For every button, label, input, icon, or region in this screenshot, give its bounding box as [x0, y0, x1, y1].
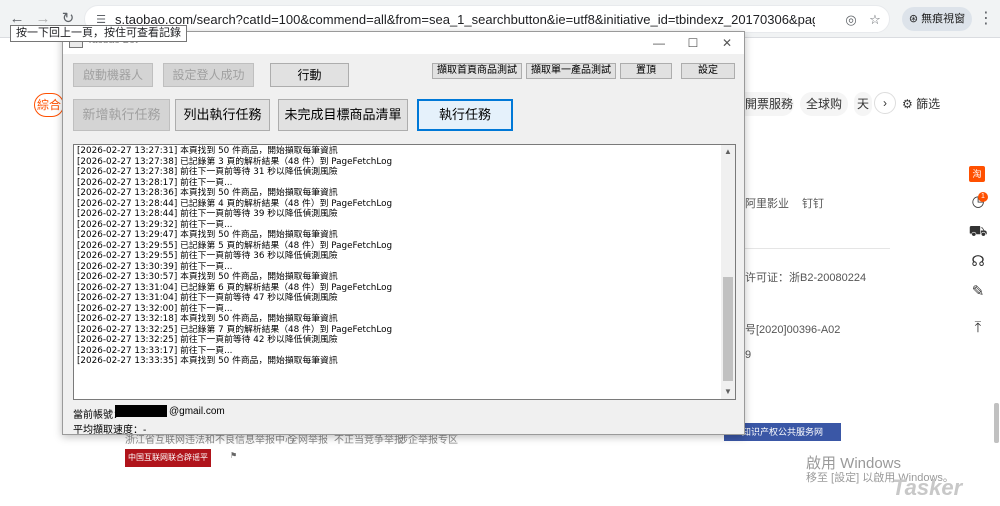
set-login-success-button[interactable]: 設定登人成功 — [163, 63, 254, 87]
log-line: [2026-02-27 13:28:36] 本頁找到 50 件商品，開始擷取每筆… — [77, 188, 338, 198]
notification-badge: 1 — [978, 192, 988, 202]
url-text[interactable]: s.taobao.com/search?catId=100&commend=al… — [115, 12, 815, 27]
list-tasks-button[interactable]: 列出執行任務 — [175, 99, 270, 131]
log-scroll-thumb[interactable] — [723, 277, 733, 381]
back-to-top-icon[interactable]: ⤒ — [968, 318, 988, 338]
license-text-2: 号[2020]00396-A02 — [745, 324, 841, 336]
log-line: [2026-02-27 13:29:55] 已記錄第 5 頁的解析結果（48 件… — [77, 240, 393, 251]
more-menu-icon[interactable]: ⋮ — [978, 8, 994, 30]
log-line: [2026-02-27 13:31:04] 已記錄第 6 頁的解析結果（48 件… — [77, 282, 393, 293]
log-line: [2026-02-27 13:29:47] 本頁找到 50 件商品，開始擷取每筆… — [77, 230, 338, 240]
minimize-icon[interactable]: — — [647, 34, 671, 52]
filter-label: 篩选 — [916, 97, 941, 111]
close-icon[interactable]: ✕ — [715, 34, 739, 52]
back-tooltip: 按一下回上一頁，按住可查看記錄 — [10, 25, 187, 42]
incognito-icon: ⊛ — [908, 13, 922, 25]
log-line: [2026-02-27 13:29:55] 前往下一頁前等待 36 秒以降低偵測… — [77, 251, 338, 261]
log-line: [2026-02-27 13:30:39] 前往下一頁... — [77, 261, 233, 272]
log-line: [2026-02-27 13:27:31] 本頁找到 50 件商品，開始擷取每筆… — [77, 146, 338, 156]
filter-icon: ⚙ — [902, 97, 917, 111]
bookmark-star-icon[interactable]: ☆ — [867, 12, 883, 28]
log-line: [2026-02-27 13:28:17] 前往下一頁... — [77, 177, 233, 188]
action-button[interactable]: 行動 — [270, 63, 349, 87]
fetch-first-page-test-button[interactable]: 擷取首頁商品測試 — [432, 63, 522, 79]
filter-chip-tian[interactable]: 天 — [854, 92, 872, 116]
scroll-down-icon[interactable]: ▼ — [721, 385, 735, 399]
link-alibaba-pictures[interactable]: 阿里影业 — [745, 195, 789, 211]
log-lines: [2026-02-27 13:27:31] 本頁找到 50 件商品，開始擷取每筆… — [77, 146, 717, 367]
license-text-1: 许可证：浙B2-20080224 — [745, 272, 867, 284]
page-scrollbar[interactable] — [994, 403, 999, 443]
add-task-button[interactable]: 新增執行任務 — [73, 99, 170, 131]
feedback-icon[interactable]: ✎ — [968, 282, 988, 302]
log-line: [2026-02-27 13:32:18] 本頁找到 50 件商品，開始擷取每筆… — [77, 314, 338, 324]
filter-button[interactable]: ⚙ 篩选 — [902, 92, 954, 116]
log-line: [2026-02-27 13:33:35] 本頁找到 50 件商品，開始擷取每筆… — [77, 356, 338, 366]
address-bar[interactable]: ☰ s.taobao.com/search?catId=100&commend=… — [84, 5, 890, 33]
eye-off-icon[interactable]: ◎ — [843, 12, 859, 28]
log-line: [2026-02-27 13:28:44] 已記錄第 4 頁的解析結果（48 件… — [77, 198, 393, 209]
log-line: [2026-02-27 13:32:25] 已記錄第 7 頁的解析結果（48 件… — [77, 324, 393, 335]
average-fetch-speed: 平均擷取速度：- — [73, 425, 147, 436]
sort-tab-all[interactable]: 綜合 — [34, 93, 64, 117]
headset-icon[interactable]: ☊ — [968, 252, 988, 272]
footer-police-icon[interactable]: ⚑ — [230, 451, 256, 465]
log-line: [2026-02-27 13:30:57] 本頁找到 50 件商品，開始擷取每筆… — [77, 272, 338, 282]
unfinished-targets-button[interactable]: 未完成目標商品清單 — [278, 99, 408, 131]
taobao-logo-icon[interactable]: 淘 — [969, 166, 985, 182]
start-robot-button[interactable]: 啟動機器人 — [73, 63, 153, 87]
scroll-up-icon[interactable]: ▲ — [721, 145, 735, 159]
license-text-3: 9 — [745, 349, 752, 361]
bot-app-window: Taobao Bot — ☐ ✕ 啟動機器人 設定登人成功 行動 擷取首頁商品測… — [62, 31, 745, 436]
footer-rumor-badge[interactable]: 中国互联网联合辟谣平台 — [125, 449, 211, 480]
pin-top-button[interactable]: 置頂 — [620, 63, 672, 79]
side-toolbar: 淘 ◷ 1 ⛟ ☊ ✎ ⤒ — [960, 160, 996, 350]
log-line: [2026-02-27 13:29:32] 前往下一頁... — [77, 219, 233, 230]
log-line: [2026-02-27 13:32:25] 前往下一頁前等待 42 秒以降低偵測… — [77, 335, 338, 345]
incognito-profile-chip[interactable]: ⊛ 無痕視窗 — [902, 7, 972, 31]
link-dingding[interactable]: 钉钉 — [802, 195, 824, 211]
log-line: [2026-02-27 13:31:04] 前往下一頁前等待 47 秒以降低偵測… — [77, 293, 338, 303]
log-output[interactable]: [2026-02-27 13:27:31] 本頁找到 50 件商品，開始擷取每筆… — [73, 144, 736, 400]
log-line: [2026-02-27 13:28:44] 前往下一頁前等待 39 秒以降低偵測… — [77, 209, 338, 219]
divider-line — [745, 248, 890, 249]
chevron-right-icon[interactable]: › — [874, 92, 896, 114]
profile-label: 無痕視窗 — [921, 13, 966, 25]
tasker-watermark: Tasker — [892, 475, 963, 500]
log-line: [2026-02-27 13:33:17] 前往下一頁... — [77, 345, 233, 356]
log-scrollbar[interactable]: ▲ ▼ — [721, 145, 735, 399]
fetch-single-product-test-button[interactable]: 擷取單一產品測試 — [526, 63, 616, 79]
account-email-suffix: @gmail.com — [169, 406, 225, 417]
log-line: [2026-02-27 13:27:38] 已記錄第 3 頁的解析結果（48 件… — [77, 156, 393, 167]
maximize-icon[interactable]: ☐ — [681, 34, 705, 52]
run-task-button[interactable]: 執行任務 — [417, 99, 513, 131]
account-redaction — [115, 405, 167, 417]
filter-chip-global[interactable]: 全球购 — [800, 92, 848, 116]
log-line: [2026-02-27 13:32:00] 前往下一頁... — [77, 303, 233, 314]
settings-button[interactable]: 設定 — [681, 63, 735, 79]
cart-icon[interactable]: ⛟ — [968, 222, 988, 242]
log-line: [2026-02-27 13:27:38] 前往下一頁前等待 31 秒以降低偵測… — [77, 167, 338, 177]
